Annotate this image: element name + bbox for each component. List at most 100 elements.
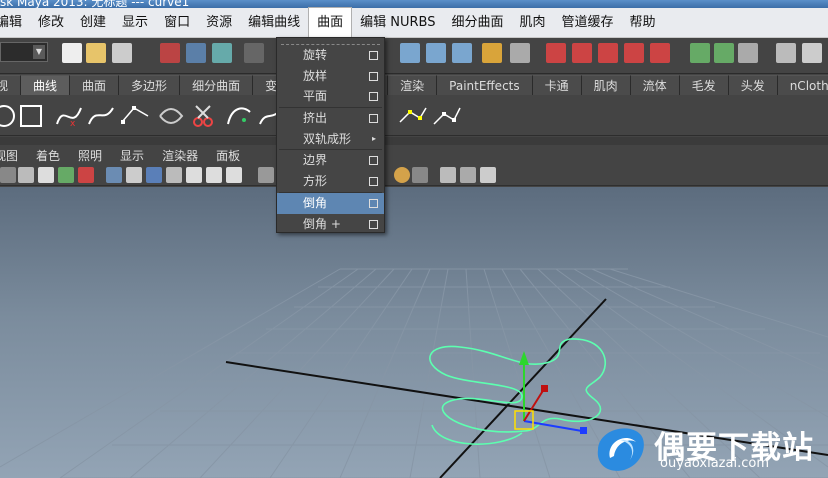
arc-tool-icon[interactable] bbox=[156, 102, 186, 130]
menu-item-loft[interactable]: 放样 bbox=[277, 66, 384, 87]
ipr-render-icon[interactable] bbox=[802, 43, 822, 63]
camera-attr-icon[interactable] bbox=[0, 167, 16, 183]
menu-create[interactable]: 创建 bbox=[72, 8, 114, 38]
menu-item-planar[interactable]: 平面 bbox=[277, 86, 384, 107]
tab-fluids[interactable]: 流体 bbox=[630, 75, 680, 95]
select-component-icon[interactable] bbox=[212, 43, 232, 63]
history-icon[interactable] bbox=[546, 43, 566, 63]
open-scene-icon[interactable] bbox=[86, 43, 106, 63]
option-box-icon[interactable] bbox=[369, 92, 378, 102]
option-box-icon[interactable] bbox=[369, 71, 378, 81]
tab-subdivs[interactable]: 细分曲面 bbox=[180, 75, 254, 95]
snap-icon[interactable] bbox=[244, 43, 264, 63]
menu-pipeline-cache[interactable]: 管道缓存 bbox=[554, 8, 622, 38]
image-plane-icon[interactable] bbox=[58, 167, 74, 183]
menu-item-bevel[interactable]: 倒角 bbox=[277, 192, 384, 214]
panel-menu-show[interactable]: 显示 bbox=[111, 147, 153, 164]
select-camera-icon[interactable] bbox=[412, 167, 428, 183]
select-hierarchy-icon[interactable] bbox=[160, 43, 180, 63]
panel-menu-lighting[interactable]: 照明 bbox=[69, 147, 111, 164]
construction-icon[interactable] bbox=[572, 43, 592, 63]
menu-modify[interactable]: 修改 bbox=[30, 8, 72, 38]
tab-polygons[interactable]: 多边形 bbox=[119, 75, 181, 95]
tab-toon[interactable]: 卡通 bbox=[532, 75, 582, 95]
select-object-icon[interactable] bbox=[186, 43, 206, 63]
help-icon[interactable] bbox=[452, 43, 472, 63]
pencil-curve-icon[interactable] bbox=[120, 102, 150, 130]
tab-fur[interactable]: 毛发 bbox=[679, 75, 729, 95]
option-box-icon[interactable] bbox=[369, 156, 378, 166]
edit-points-icon[interactable] bbox=[432, 102, 462, 130]
square-curve-icon[interactable] bbox=[18, 102, 48, 130]
camera-icon[interactable] bbox=[18, 167, 34, 183]
menu-assets[interactable]: 资源 bbox=[198, 8, 240, 38]
render-view-icon[interactable] bbox=[738, 43, 758, 63]
menu-item-birail[interactable]: 双轨成形 ▸ bbox=[277, 129, 384, 150]
menu-window[interactable]: 窗口 bbox=[156, 8, 198, 38]
x-handle-icon[interactable] bbox=[580, 427, 587, 434]
tear-off-line[interactable] bbox=[281, 38, 380, 45]
panel-menu-shading[interactable]: 着色 bbox=[27, 147, 69, 164]
panel-menu-view[interactable]: 视图 bbox=[0, 147, 27, 164]
option-box-icon[interactable] bbox=[369, 219, 378, 229]
joint-icon[interactable] bbox=[480, 167, 496, 183]
tab-surfaces[interactable]: 曲面 bbox=[70, 75, 120, 95]
magnet-icon[interactable] bbox=[598, 43, 618, 63]
menu-edit[interactable]: 编辑 bbox=[0, 8, 30, 38]
fillet-curve-icon[interactable] bbox=[224, 102, 254, 130]
output-ops-icon[interactable] bbox=[714, 43, 734, 63]
menu-item-square[interactable]: 方形 bbox=[277, 171, 384, 192]
menu-item-boundary[interactable]: 边界 bbox=[277, 150, 384, 171]
xray-icon[interactable] bbox=[460, 167, 476, 183]
menu-edit-curves[interactable]: 编辑曲线 bbox=[240, 8, 308, 38]
smooth-shade-icon[interactable] bbox=[126, 167, 142, 183]
bookmarks-icon[interactable] bbox=[38, 167, 54, 183]
menu-set-selector[interactable]: ▼ bbox=[0, 42, 48, 62]
lights-icon[interactable] bbox=[186, 167, 202, 183]
isolate-icon[interactable] bbox=[258, 167, 274, 183]
tab-general[interactable]: 视 bbox=[0, 75, 22, 95]
menu-display[interactable]: 显示 bbox=[114, 8, 156, 38]
rebuild-curve-icon[interactable] bbox=[398, 102, 428, 130]
input-ops-icon[interactable] bbox=[690, 43, 710, 63]
snap-curve-icon[interactable] bbox=[426, 43, 446, 63]
selection-icon[interactable] bbox=[510, 43, 530, 63]
shadows-icon[interactable] bbox=[206, 167, 222, 183]
cv-curve-icon[interactable]: x bbox=[54, 102, 84, 130]
new-scene-icon[interactable] bbox=[62, 43, 82, 63]
sphere-icon[interactable] bbox=[394, 167, 410, 183]
text-icon[interactable] bbox=[226, 167, 242, 183]
cube-icon[interactable] bbox=[440, 167, 456, 183]
option-box-icon[interactable] bbox=[369, 198, 378, 208]
sphere-shade-icon[interactable] bbox=[146, 167, 162, 183]
menu-muscle[interactable]: 肌肉 bbox=[512, 8, 554, 38]
option-box-icon[interactable] bbox=[369, 51, 378, 60]
render-icon[interactable] bbox=[776, 43, 796, 63]
tab-rendering[interactable]: 渲染 bbox=[388, 75, 438, 95]
z-handle-icon[interactable] bbox=[541, 385, 548, 392]
tab-curves[interactable]: 曲线 bbox=[21, 75, 71, 95]
menu-surfaces[interactable]: 曲面 bbox=[308, 7, 353, 38]
snap-point-icon[interactable] bbox=[624, 43, 644, 63]
option-box-icon[interactable] bbox=[369, 177, 378, 187]
menu-subdiv-surfaces[interactable]: 细分曲面 bbox=[443, 8, 511, 38]
panel-menu-panels[interactable]: 面板 bbox=[207, 147, 249, 164]
ep-curve-icon[interactable] bbox=[86, 102, 116, 130]
snap-magnet-icon[interactable] bbox=[650, 43, 670, 63]
tab-paint-effects[interactable]: PaintEffects bbox=[437, 75, 533, 95]
wireframe-icon[interactable] bbox=[106, 167, 122, 183]
grid-icon[interactable] bbox=[78, 167, 94, 183]
snap-grid-icon[interactable] bbox=[400, 43, 420, 63]
tab-ncloth[interactable]: nCloth bbox=[777, 75, 828, 95]
lock-icon[interactable] bbox=[482, 43, 502, 63]
tab-muscle[interactable]: 肌肉 bbox=[581, 75, 631, 95]
tab-hair[interactable]: 头发 bbox=[728, 75, 778, 95]
save-scene-icon[interactable] bbox=[112, 43, 132, 63]
menu-item-revolve[interactable]: 旋转 bbox=[277, 45, 384, 66]
option-box-icon[interactable] bbox=[369, 114, 378, 124]
panel-menu-renderer[interactable]: 渲染器 bbox=[153, 147, 207, 164]
menu-help[interactable]: 帮助 bbox=[622, 8, 664, 38]
menu-edit-nurbs[interactable]: 编辑 NURBS bbox=[352, 8, 443, 38]
menu-item-extrude[interactable]: 挤出 bbox=[277, 108, 384, 129]
cut-curve-icon[interactable] bbox=[188, 102, 218, 130]
